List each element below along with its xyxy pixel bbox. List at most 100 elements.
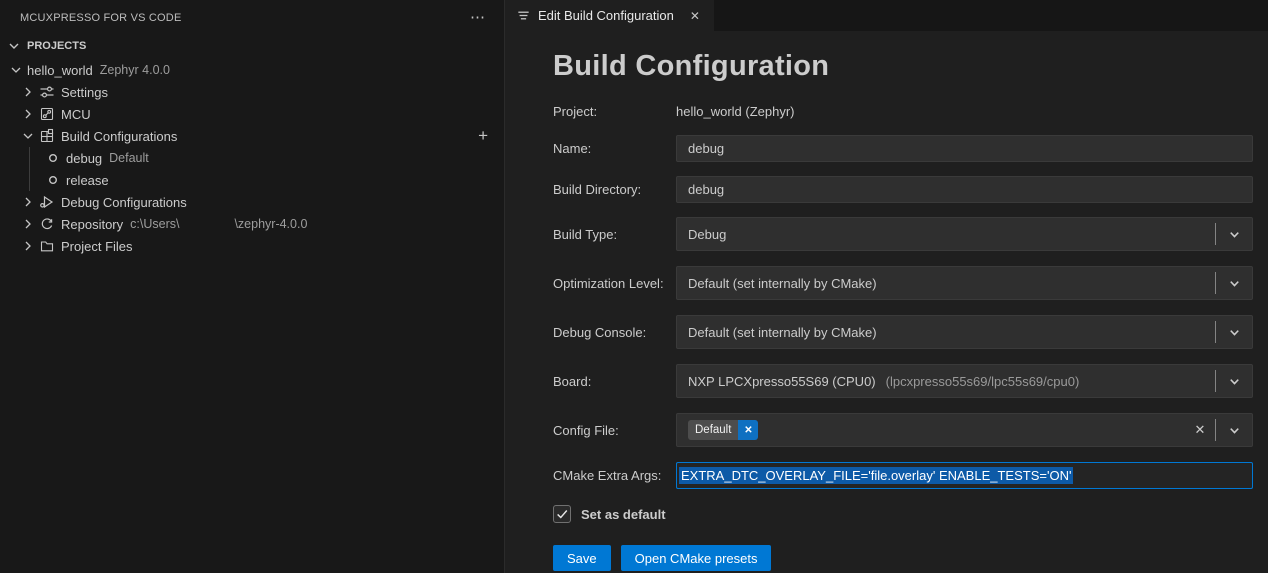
tree-item-debug-configurations[interactable]: Debug Configurations — [0, 191, 504, 213]
build-type-label: Build Type: — [553, 226, 618, 242]
board-value: NXP LPCXpresso55S69 (CPU0) — [688, 373, 876, 389]
build-directory-input[interactable] — [676, 176, 1253, 203]
tree-item-description: \zephyr-4.0.0 — [234, 217, 308, 231]
tree-item-label: MCU — [61, 106, 91, 122]
settings-sliders-icon — [39, 84, 55, 100]
chevron-right-icon — [20, 194, 36, 210]
tree-item-hello-world[interactable]: hello_world Zephyr 4.0.0 — [0, 59, 504, 81]
chevron-down-icon[interactable] — [1216, 365, 1252, 397]
tree-item-debug[interactable]: debug Default — [0, 147, 504, 169]
name-row: Name: — [553, 135, 1253, 162]
sidebar-title: MCUXPRESSO FOR VS CODE — [20, 11, 182, 24]
chevron-down-icon — [8, 62, 24, 78]
editor-panel: Edit Build Configuration ✕ Build Configu… — [505, 0, 1268, 573]
cmake-extra-args-row: CMake Extra Args: EXTRA_DTC_OVERLAY_FILE… — [553, 462, 1253, 489]
build-directory-row: Build Directory: — [553, 176, 1253, 203]
tree-item-label: debug — [66, 150, 103, 166]
build-type-select[interactable]: Debug — [676, 217, 1253, 251]
more-actions-icon[interactable]: ⋯ — [466, 10, 490, 25]
folder-icon — [39, 238, 55, 254]
debug-console-label: Debug Console: — [553, 324, 647, 340]
project-value: hello_world (Zephyr) — [676, 104, 795, 119]
chevron-down-icon[interactable] — [1216, 218, 1252, 250]
board-select[interactable]: NXP LPCXpresso55S69 (CPU0) (lpcxpresso55… — [676, 364, 1253, 398]
set-as-default-row: Set as default — [553, 505, 1253, 523]
tree-item-label: Repository — [61, 216, 124, 232]
circle-icon — [48, 175, 58, 185]
tree-item-project-files[interactable]: Project Files — [0, 235, 504, 257]
section-header-projects[interactable]: PROJECTS — [0, 35, 504, 57]
optimization-level-label: Optimization Level: — [553, 275, 664, 291]
chevron-down-icon — [6, 38, 22, 54]
chevron-down-icon[interactable] — [1216, 267, 1252, 299]
list-filter-icon — [516, 8, 531, 23]
chevron-right-icon — [20, 106, 36, 122]
board-detail: (lpcxpresso55s69/lpc55s69/cpu0) — [885, 373, 1080, 389]
add-build-configuration-icon[interactable]: + — [478, 125, 488, 147]
action-buttons: Save Open CMake presets — [553, 545, 1253, 571]
repository-icon — [39, 216, 55, 232]
tree-item-label: release — [66, 172, 109, 188]
build-configuration-form: Build Configuration Project: hello_world… — [505, 31, 1268, 573]
clear-icon[interactable]: ✕ — [1185, 414, 1215, 446]
page-title: Build Configuration — [553, 50, 830, 82]
cmake-extra-args-label: CMake Extra Args: — [553, 468, 662, 483]
sidebar-header: MCUXPRESSO FOR VS CODE ⋯ — [0, 0, 504, 35]
build-type-row: Build Type: Debug — [553, 217, 1253, 251]
chevron-down-icon — [20, 128, 36, 144]
chevron-right-icon — [20, 84, 36, 100]
chevron-right-icon — [20, 216, 36, 232]
tree-item-label: hello_world — [27, 62, 93, 78]
board-label: Board: — [553, 373, 592, 389]
chip-label: Default — [688, 420, 739, 440]
project-label: Project: — [553, 104, 598, 119]
tree-item-description: Default — [109, 151, 149, 165]
tree-item-description: c:\Users\ — [130, 217, 180, 231]
set-as-default-label: Set as default — [581, 506, 666, 522]
board-row: Board: NXP LPCXpresso55S69 (CPU0) (lpcxp… — [553, 364, 1253, 398]
project-row: Project: hello_world (Zephyr) — [553, 104, 1253, 119]
open-cmake-presets-button[interactable]: Open CMake presets — [620, 545, 772, 571]
tree-item-label: Build Configurations — [61, 128, 178, 144]
tree-item-label: Debug Configurations — [61, 194, 187, 210]
optimization-level-value: Default (set internally by CMake) — [688, 275, 877, 291]
build-directory-label: Build Directory: — [553, 182, 642, 197]
optimization-level-row: Optimization Level: Default (set interna… — [553, 266, 1253, 300]
tree-item-description: Zephyr 4.0.0 — [99, 63, 170, 77]
config-file-chip: Default ✕ — [688, 420, 759, 440]
circuit-board-icon — [39, 106, 55, 122]
debug-console-value: Default (set internally by CMake) — [688, 324, 877, 340]
tree-item-build-configurations[interactable]: Build Configurations + — [0, 125, 504, 147]
tree-item-label: Project Files — [61, 238, 133, 254]
set-as-default-checkbox[interactable] — [553, 505, 571, 523]
cmake-extra-args-input[interactable]: EXTRA_DTC_OVERLAY_FILE='file.overlay' EN… — [676, 462, 1253, 489]
chevron-down-icon[interactable] — [1216, 414, 1252, 446]
config-file-multiselect[interactable]: Default ✕ ✕ — [676, 413, 1253, 447]
selected-text: EXTRA_DTC_OVERLAY_FILE='file.overlay' EN… — [679, 467, 1074, 484]
section-label: PROJECTS — [27, 40, 87, 52]
tree-item-mcu[interactable]: MCU — [0, 103, 504, 125]
optimization-level-select[interactable]: Default (set internally by CMake) — [676, 266, 1253, 300]
config-file-label: Config File: — [553, 422, 619, 438]
tree-item-label: Settings — [61, 84, 108, 100]
close-icon[interactable]: ✕ — [687, 8, 703, 24]
chevron-right-icon — [20, 238, 36, 254]
tab-label: Edit Build Configuration — [538, 8, 674, 23]
build-grid-icon — [39, 128, 55, 144]
name-label: Name: — [553, 141, 592, 156]
chip-remove-icon[interactable]: ✕ — [738, 420, 759, 440]
save-button[interactable]: Save — [553, 545, 611, 571]
chevron-down-icon[interactable] — [1216, 316, 1252, 348]
tree-item-release[interactable]: release — [0, 169, 504, 191]
tree-item-settings[interactable]: Settings — [0, 81, 504, 103]
sidebar: MCUXPRESSO FOR VS CODE ⋯ PROJECTS hello_… — [0, 0, 505, 573]
tree-item-repository[interactable]: Repository c:\Users\ \zephyr-4.0.0 — [0, 213, 504, 235]
build-type-value: Debug — [688, 226, 727, 242]
debug-console-select[interactable]: Default (set internally by CMake) — [676, 315, 1253, 349]
name-input[interactable] — [676, 135, 1253, 162]
circle-icon — [48, 153, 58, 163]
tab-edit-build-configuration[interactable]: Edit Build Configuration ✕ — [505, 0, 714, 31]
debug-run-icon — [39, 194, 55, 210]
debug-console-row: Debug Console: Default (set internally b… — [553, 315, 1253, 349]
config-file-row: Config File: Default ✕ ✕ — [553, 413, 1253, 447]
